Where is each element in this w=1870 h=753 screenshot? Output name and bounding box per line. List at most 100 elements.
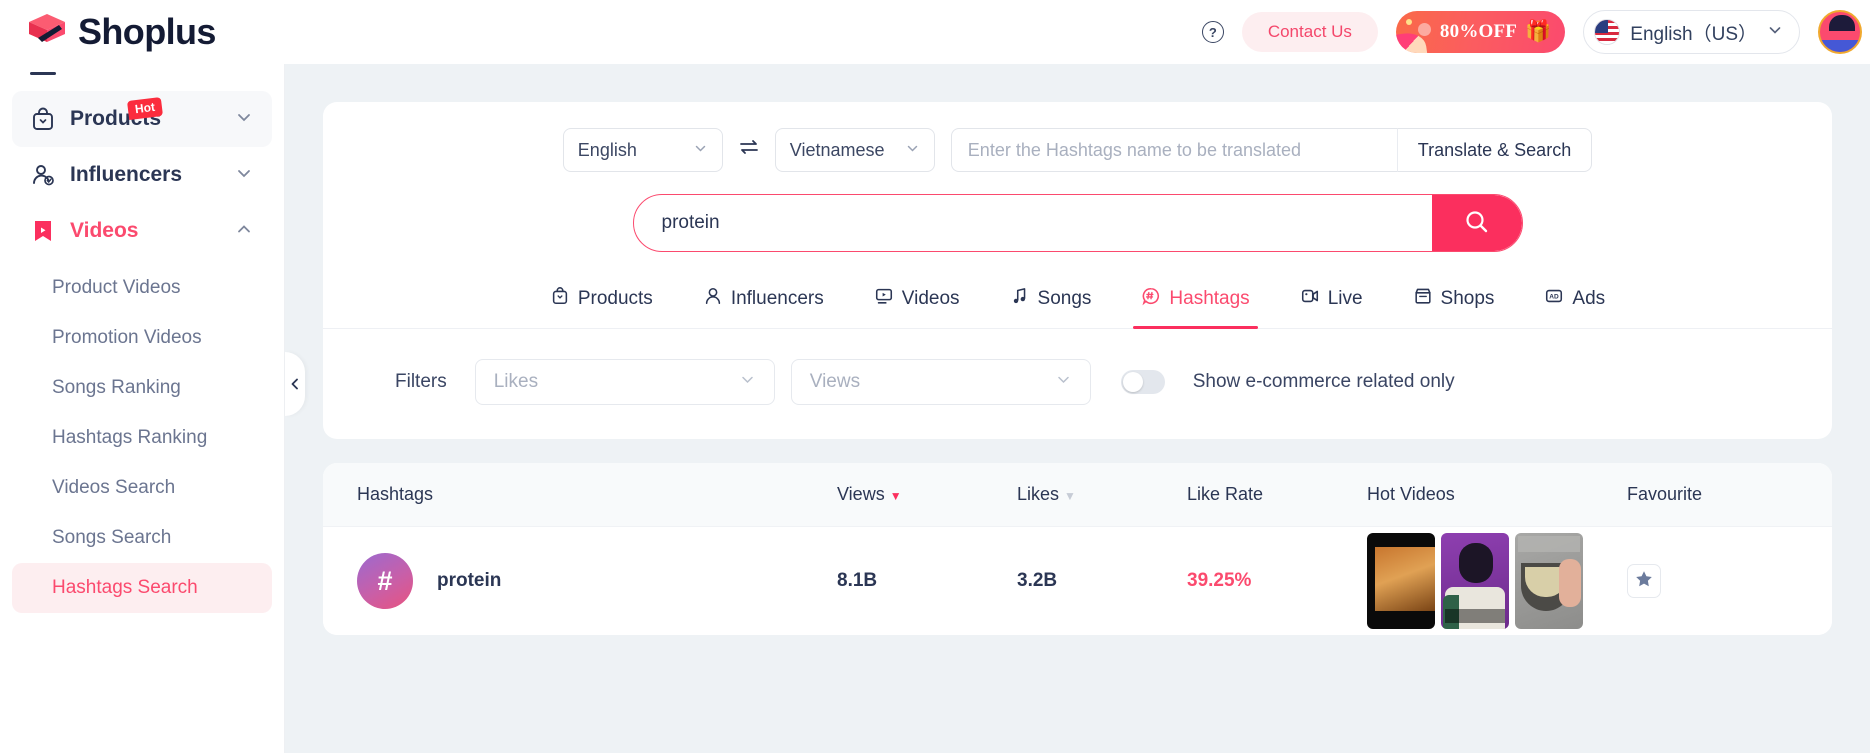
tab-shops[interactable]: Shops <box>1411 276 1497 328</box>
chevron-down-icon <box>234 107 254 132</box>
tab-ads[interactable]: AD Ads <box>1542 276 1607 328</box>
column-header-views[interactable]: Views ▼ <box>837 484 1017 505</box>
sort-desc-icon[interactable]: ▼ <box>890 489 902 503</box>
video-thumb-3[interactable] <box>1515 533 1583 629</box>
sidebar-sub-label: Songs Search <box>52 527 172 548</box>
favourite-button[interactable] <box>1627 564 1661 598</box>
source-language-value: English <box>577 139 637 160</box>
sidebar-item-promotion-videos[interactable]: Promotion Videos <box>12 313 272 363</box>
promo-bubble <box>1417 23 1431 36</box>
likes-filter-value: Likes <box>493 371 539 392</box>
sidebar-item-products[interactable]: Products Hot <box>12 91 272 147</box>
promo-dot <box>1405 19 1412 25</box>
shoplus-logo-icon <box>29 14 65 42</box>
sidebar-sub-label: Promotion Videos <box>52 327 202 348</box>
source-language-select[interactable]: English <box>562 128 723 172</box>
chevron-down-icon <box>739 371 756 394</box>
video-thumb-2[interactable] <box>1441 533 1509 629</box>
views-filter-value: Views <box>809 371 861 392</box>
tab-videos[interactable]: Videos <box>872 276 962 328</box>
sidebar-item-songs-ranking[interactable]: Songs Ranking <box>12 363 272 413</box>
sidebar-sub-label: Videos Search <box>52 477 176 498</box>
chevron-down-icon <box>905 140 920 161</box>
search-tabs: Products Influencers Videos Songs Hashta… <box>323 276 1832 329</box>
cell-views: 8.1B <box>837 570 878 591</box>
bookmark-play-icon <box>35 221 51 241</box>
column-label: Views <box>837 484 885 504</box>
star-icon <box>1634 569 1654 594</box>
hashtag-bubble-icon <box>1141 286 1161 312</box>
translate-row: English Vietnamese Translate & Search <box>323 102 1832 172</box>
search-button[interactable] <box>1431 195 1522 251</box>
live-camera-icon <box>1300 286 1320 312</box>
filters-label: Filters <box>395 371 447 392</box>
sidebar-item-influencers[interactable]: Influencers <box>12 147 272 203</box>
translate-input[interactable] <box>950 128 1397 172</box>
table-row[interactable]: # protein 8.1B 3.2B 39.25% <box>323 527 1832 635</box>
sidebar-sub-label: Hashtags Search <box>52 577 198 598</box>
sidebar-item-videos-search[interactable]: Videos Search <box>12 463 272 513</box>
search-input[interactable] <box>633 195 1432 251</box>
contact-us-button[interactable]: Contact Us <box>1241 12 1378 52</box>
column-label: Like Rate <box>1187 484 1264 504</box>
person-icon <box>703 286 723 312</box>
tab-products[interactable]: Products <box>548 276 655 328</box>
column-header-likes[interactable]: Likes ▼ <box>1017 484 1187 505</box>
sidebar-item-videos[interactable]: Videos <box>12 203 272 259</box>
views-filter-select[interactable]: Views <box>790 359 1091 405</box>
chevron-left-icon <box>288 377 302 391</box>
tab-songs[interactable]: Songs <box>1008 276 1094 328</box>
target-language-select[interactable]: Vietnamese <box>774 128 935 172</box>
sort-desc-icon[interactable]: ▼ <box>1064 489 1076 503</box>
sidebar-item-songs-search[interactable]: Songs Search <box>12 513 272 563</box>
video-screen-icon <box>874 286 894 312</box>
promo-80-off-button[interactable]: 80%OFF 🎁 <box>1395 11 1566 53</box>
main-content: English Vietnamese Translate & Search <box>285 64 1870 753</box>
search-row <box>323 172 1832 252</box>
promo-label: 80%OFF <box>1439 21 1518 42</box>
tab-influencers[interactable]: Influencers <box>701 276 826 328</box>
logo[interactable]: Shoplus <box>26 11 216 53</box>
tab-hashtags[interactable]: Hashtags <box>1133 276 1258 329</box>
chevron-down-icon <box>693 140 708 161</box>
shop-icon <box>1413 286 1433 312</box>
tab-live[interactable]: Live <box>1298 276 1365 328</box>
column-label: Likes <box>1017 484 1060 504</box>
filters-row: Filters Likes Views Show e-commerce rela… <box>323 329 1832 439</box>
column-header-hot-videos: Hot Videos <box>1367 484 1627 505</box>
cell-hashtag[interactable]: # protein <box>357 553 837 609</box>
column-label: Favourite <box>1627 484 1703 504</box>
us-flag-icon <box>1594 19 1621 45</box>
sidebar-item-product-videos[interactable]: Product Videos <box>12 263 272 313</box>
tab-label: Shops <box>1440 288 1495 309</box>
column-header-like-rate: Like Rate <box>1187 484 1367 505</box>
header-actions: ? Contact Us 80%OFF 🎁 English（US） <box>1201 10 1870 54</box>
hashtag-avatar-icon: # <box>357 553 413 609</box>
hot-video-thumbs <box>1367 533 1627 629</box>
tab-label: Songs <box>1037 288 1092 309</box>
sidebar-item-hashtags-ranking[interactable]: Hashtags Ranking <box>12 413 272 463</box>
translate-search-button[interactable]: Translate & Search <box>1396 128 1593 172</box>
language-selector[interactable]: English（US） <box>1583 10 1800 54</box>
hashtag-name: protein <box>437 570 502 591</box>
help-circle-icon[interactable]: ? <box>1201 21 1224 43</box>
sidebar-item-hashtags-search[interactable]: Hashtags Search <box>12 563 272 613</box>
sidebar-item-label: Influencers <box>70 163 183 186</box>
column-header-favourite: Favourite <box>1627 484 1747 505</box>
search-box <box>632 194 1523 252</box>
table-header-row: Hashtags Views ▼ Likes ▼ Like Rate Hot Vid… <box>323 463 1832 527</box>
search-card: English Vietnamese Translate & Search <box>323 102 1832 439</box>
likes-filter-select[interactable]: Likes <box>474 359 775 405</box>
video-thumb-1[interactable] <box>1367 533 1435 629</box>
sidebar-collapse-button[interactable] <box>285 352 305 416</box>
avatar[interactable] <box>1818 10 1862 54</box>
ecommerce-only-toggle[interactable] <box>1120 370 1165 394</box>
column-label: Hashtags <box>357 484 434 504</box>
sidebar-sub-label: Songs Ranking <box>52 377 181 398</box>
sidebar-sub-label: Product Videos <box>52 277 181 298</box>
target-language-value: Vietnamese <box>789 139 885 160</box>
chevron-down-icon <box>1055 371 1072 394</box>
cell-like-rate: 39.25% <box>1187 570 1252 591</box>
swap-arrows-icon[interactable] <box>737 135 761 165</box>
logo-text: Shoplus <box>78 11 216 52</box>
